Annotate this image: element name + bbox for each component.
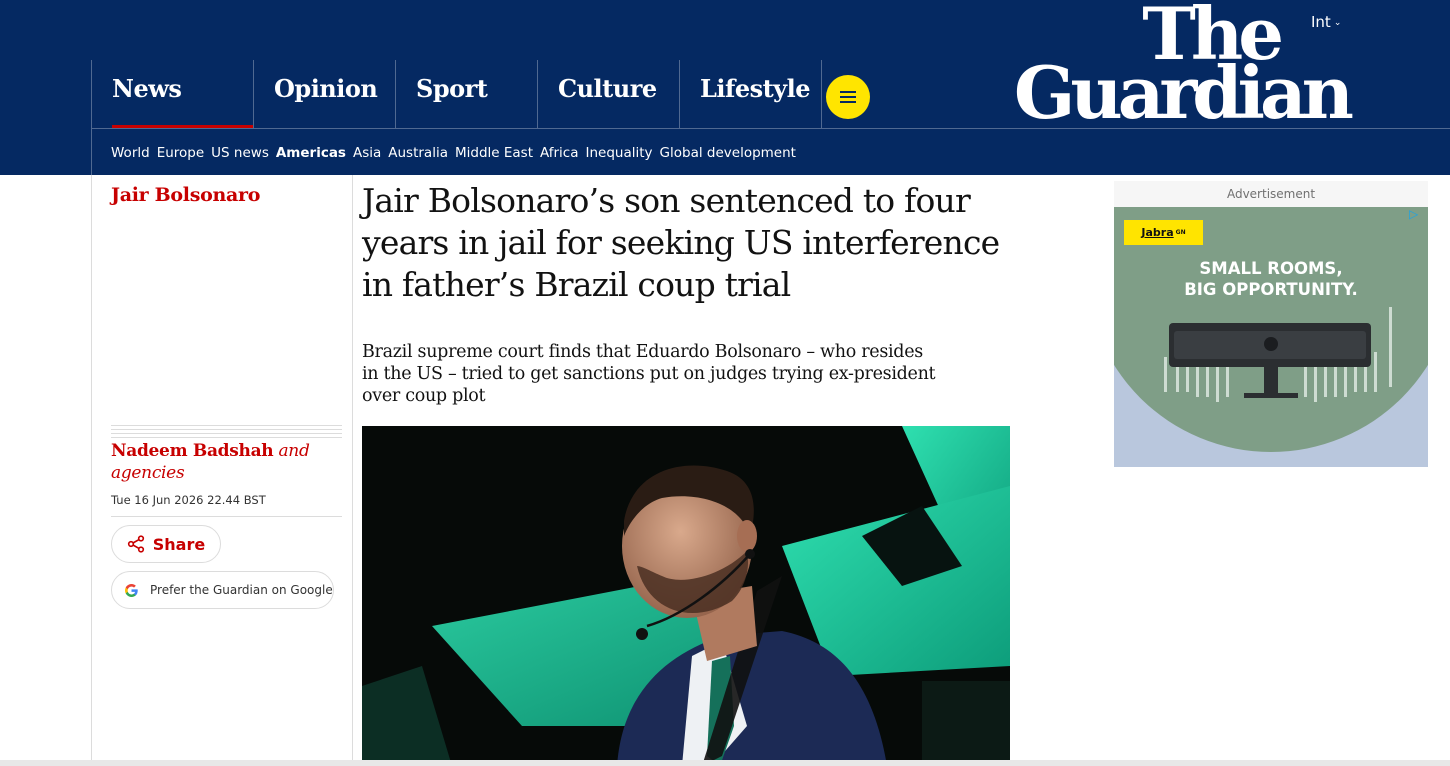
hamburger-icon-bar	[840, 91, 856, 93]
pillar-opinion[interactable]: Opinion	[253, 60, 395, 128]
hamburger-icon-bar	[840, 101, 856, 103]
pillar-news[interactable]: News	[91, 60, 253, 129]
subnav-europe[interactable]: Europe	[157, 145, 204, 161]
hero-image[interactable]	[362, 426, 1010, 766]
column-divider-mid	[352, 175, 353, 766]
advert-label: Advertisement	[1226, 187, 1316, 201]
subnav-asia[interactable]: Asia	[353, 145, 381, 161]
menu-button[interactable]	[826, 75, 870, 119]
advert-headline: SMALL ROOMS, BIG OPPORTUNITY.	[1114, 258, 1428, 300]
series-kicker[interactable]: Jair Bolsonaro	[111, 184, 260, 206]
subnav-africa[interactable]: Africa	[540, 145, 579, 161]
share-button[interactable]: Share	[111, 525, 221, 563]
hamburger-icon-bar	[840, 96, 856, 98]
logo-line2: Guardian	[1013, 50, 1354, 136]
article-standfirst: Brazil supreme court finds that Eduardo …	[362, 342, 936, 406]
advert-headline-line1: SMALL ROOMS,	[1199, 259, 1343, 278]
subnav-americas[interactable]: Americas	[276, 145, 346, 161]
pillar-label: News	[112, 74, 182, 103]
pillar-label: Lifestyle	[700, 74, 811, 103]
subnav-middle-east[interactable]: Middle East	[455, 145, 533, 161]
google-label: Prefer the Guardian on Google	[150, 583, 333, 597]
advert-headline-line2: BIG OPPORTUNITY.	[1184, 280, 1358, 299]
column-divider-left	[91, 175, 92, 766]
google-icon	[125, 583, 138, 597]
nav-divider	[91, 128, 1450, 129]
nav-divider-vertical	[91, 128, 92, 175]
pillar-sport[interactable]: Sport	[395, 60, 537, 128]
hero-photo-illustration	[362, 426, 1010, 766]
pillar-culture[interactable]: Culture	[537, 60, 679, 128]
meta-divider	[111, 516, 342, 517]
subnav-australia[interactable]: Australia	[388, 145, 448, 161]
subnav-us-news[interactable]: US news	[211, 145, 269, 161]
jabra-logo: Jabra GN	[1124, 220, 1203, 245]
pillar-nav: News Opinion Sport Culture Lifestyle	[91, 60, 821, 129]
subnav: World Europe US news Americas Asia Austr…	[111, 145, 803, 161]
byline: Nadeem Badshah and agencies	[111, 440, 341, 484]
pillar-label: Opinion	[274, 74, 378, 103]
adchoices-icon[interactable]: ▷	[1409, 207, 1425, 223]
pillar-lifestyle[interactable]: Lifestyle	[679, 60, 821, 128]
pillar-divider	[821, 60, 822, 128]
window-bottom-edge	[0, 760, 1450, 766]
share-label: Share	[152, 534, 206, 554]
byline-rules	[111, 425, 342, 441]
advert-brand-suffix: GN	[1175, 229, 1186, 236]
author-link[interactable]: Nadeem Badshah	[111, 441, 274, 461]
advert-creative[interactable]: ▷ Jabra GN SMALL ROOMS, BIG OPPORTUNITY.	[1114, 207, 1428, 467]
article-headline: Jair Bolsonaro’s son sentenced to four y…	[362, 181, 1000, 304]
subnav-global-development[interactable]: Global development	[660, 145, 796, 161]
advert-brand: Jabra	[1141, 226, 1174, 239]
pillar-label: Sport	[416, 74, 488, 103]
pillar-label: Culture	[558, 74, 657, 103]
advert-slot: Advertisement ▷ Jabra GN SMALL ROOMS, BI…	[1114, 181, 1428, 467]
advert-background-illustration	[1114, 207, 1428, 452]
share-icon	[127, 535, 144, 553]
dateline: Tue 16 Jun 2026 22.44 BST	[111, 493, 266, 507]
subnav-world[interactable]: World	[111, 145, 150, 161]
masthead: Int ⌄ The Guardian News Opinion Sport Cul…	[0, 0, 1450, 175]
prefer-guardian-google-button[interactable]: Prefer the Guardian on Google	[111, 571, 334, 609]
guardian-logo[interactable]: The Guardian	[1004, 0, 1354, 136]
subnav-inequality[interactable]: Inequality	[586, 145, 653, 161]
